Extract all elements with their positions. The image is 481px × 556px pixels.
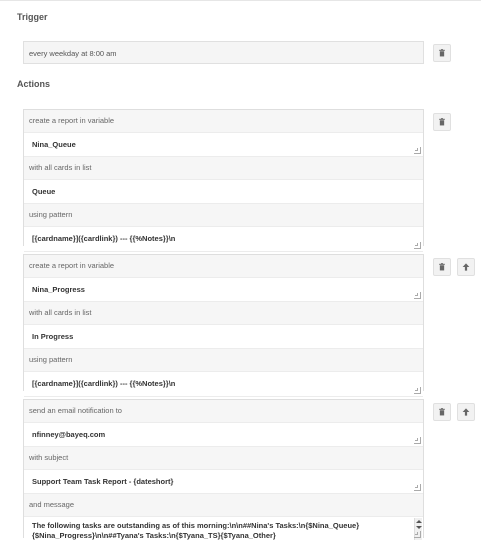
action-label: create a report in variable xyxy=(29,116,115,125)
variable-name-field[interactable]: Nina_Queue xyxy=(24,132,423,157)
list-name-field[interactable]: Queue xyxy=(24,179,423,204)
delete-action-button[interactable] xyxy=(433,113,451,131)
action-label: create a report in variable xyxy=(29,261,115,270)
list-name-value: In Progress xyxy=(32,332,74,341)
action-label: send an email notification to xyxy=(29,406,122,415)
email-to-field[interactable]: nfinney@bayeq.com xyxy=(24,422,423,447)
resize-grip[interactable] xyxy=(414,437,421,444)
pattern-value: [{cardname}]({cardlink}) --- {{%Notes}}\… xyxy=(32,234,176,243)
resize-grip[interactable] xyxy=(414,147,421,154)
trash-icon xyxy=(439,263,445,271)
trigger-heading: Trigger xyxy=(17,12,48,22)
list-label: with all cards in list xyxy=(29,163,92,172)
variable-name-value: Nina_Queue xyxy=(32,140,76,149)
pattern-label: using pattern xyxy=(29,355,73,364)
subject-value: Support Team Task Report - {dateshort} xyxy=(32,477,174,486)
variable-name-value: Nina_Progress xyxy=(32,285,85,294)
message-field[interactable]: The following tasks are outstanding as o… xyxy=(24,516,423,540)
trigger-text: every weekday at 8:00 am xyxy=(29,49,117,58)
resize-grip[interactable] xyxy=(414,531,421,538)
action-card-email: send an email notification to nfinney@ba… xyxy=(23,399,424,540)
actions-heading: Actions xyxy=(17,79,51,89)
scroll-up-icon[interactable] xyxy=(416,520,422,523)
list-name-field[interactable]: In Progress xyxy=(24,324,423,349)
scroll-down-icon[interactable] xyxy=(416,526,422,529)
trash-icon xyxy=(439,408,445,416)
resize-grip[interactable] xyxy=(414,242,421,249)
pattern-label: using pattern xyxy=(29,210,73,219)
subject-label: with subject xyxy=(29,453,69,462)
list-label: with all cards in list xyxy=(29,308,92,317)
trash-icon xyxy=(439,49,445,57)
message-label: and message xyxy=(29,500,75,509)
trash-icon xyxy=(439,118,445,126)
delete-action-button[interactable] xyxy=(433,403,451,421)
pattern-field[interactable]: [{cardname}]({cardlink}) --- {{%Notes}}\… xyxy=(24,371,423,397)
move-up-button[interactable] xyxy=(457,258,475,276)
email-to-value: nfinney@bayeq.com xyxy=(32,430,106,439)
delete-trigger-button[interactable] xyxy=(433,44,451,62)
action-card-report-progress: create a report in variable Nina_Progres… xyxy=(23,254,424,397)
arrow-up-icon xyxy=(462,408,470,416)
resize-grip[interactable] xyxy=(414,292,421,299)
variable-name-field[interactable]: Nina_Progress xyxy=(24,277,423,302)
trigger-field[interactable]: every weekday at 8:00 am xyxy=(23,41,424,64)
message-line: The following tasks are outstanding as o… xyxy=(32,521,360,530)
top-divider xyxy=(0,0,481,1)
action-card-report-queue: create a report in variable Nina_Queue w… xyxy=(23,109,424,252)
move-up-button[interactable] xyxy=(457,403,475,421)
subject-field[interactable]: Support Team Task Report - {dateshort} xyxy=(24,469,423,494)
pattern-value: [{cardname}]({cardlink}) --- {{%Notes}}\… xyxy=(32,379,176,388)
delete-action-button[interactable] xyxy=(433,258,451,276)
list-name-value: Queue xyxy=(32,187,56,196)
resize-grip[interactable] xyxy=(414,387,421,394)
message-line: {$Nina_Progress}\n\n##Tyana's Tasks:\n{$… xyxy=(32,531,276,540)
resize-grip[interactable] xyxy=(414,484,421,491)
arrow-up-icon xyxy=(462,263,470,271)
pattern-field[interactable]: [{cardname}]({cardlink}) --- {{%Notes}}\… xyxy=(24,226,423,252)
